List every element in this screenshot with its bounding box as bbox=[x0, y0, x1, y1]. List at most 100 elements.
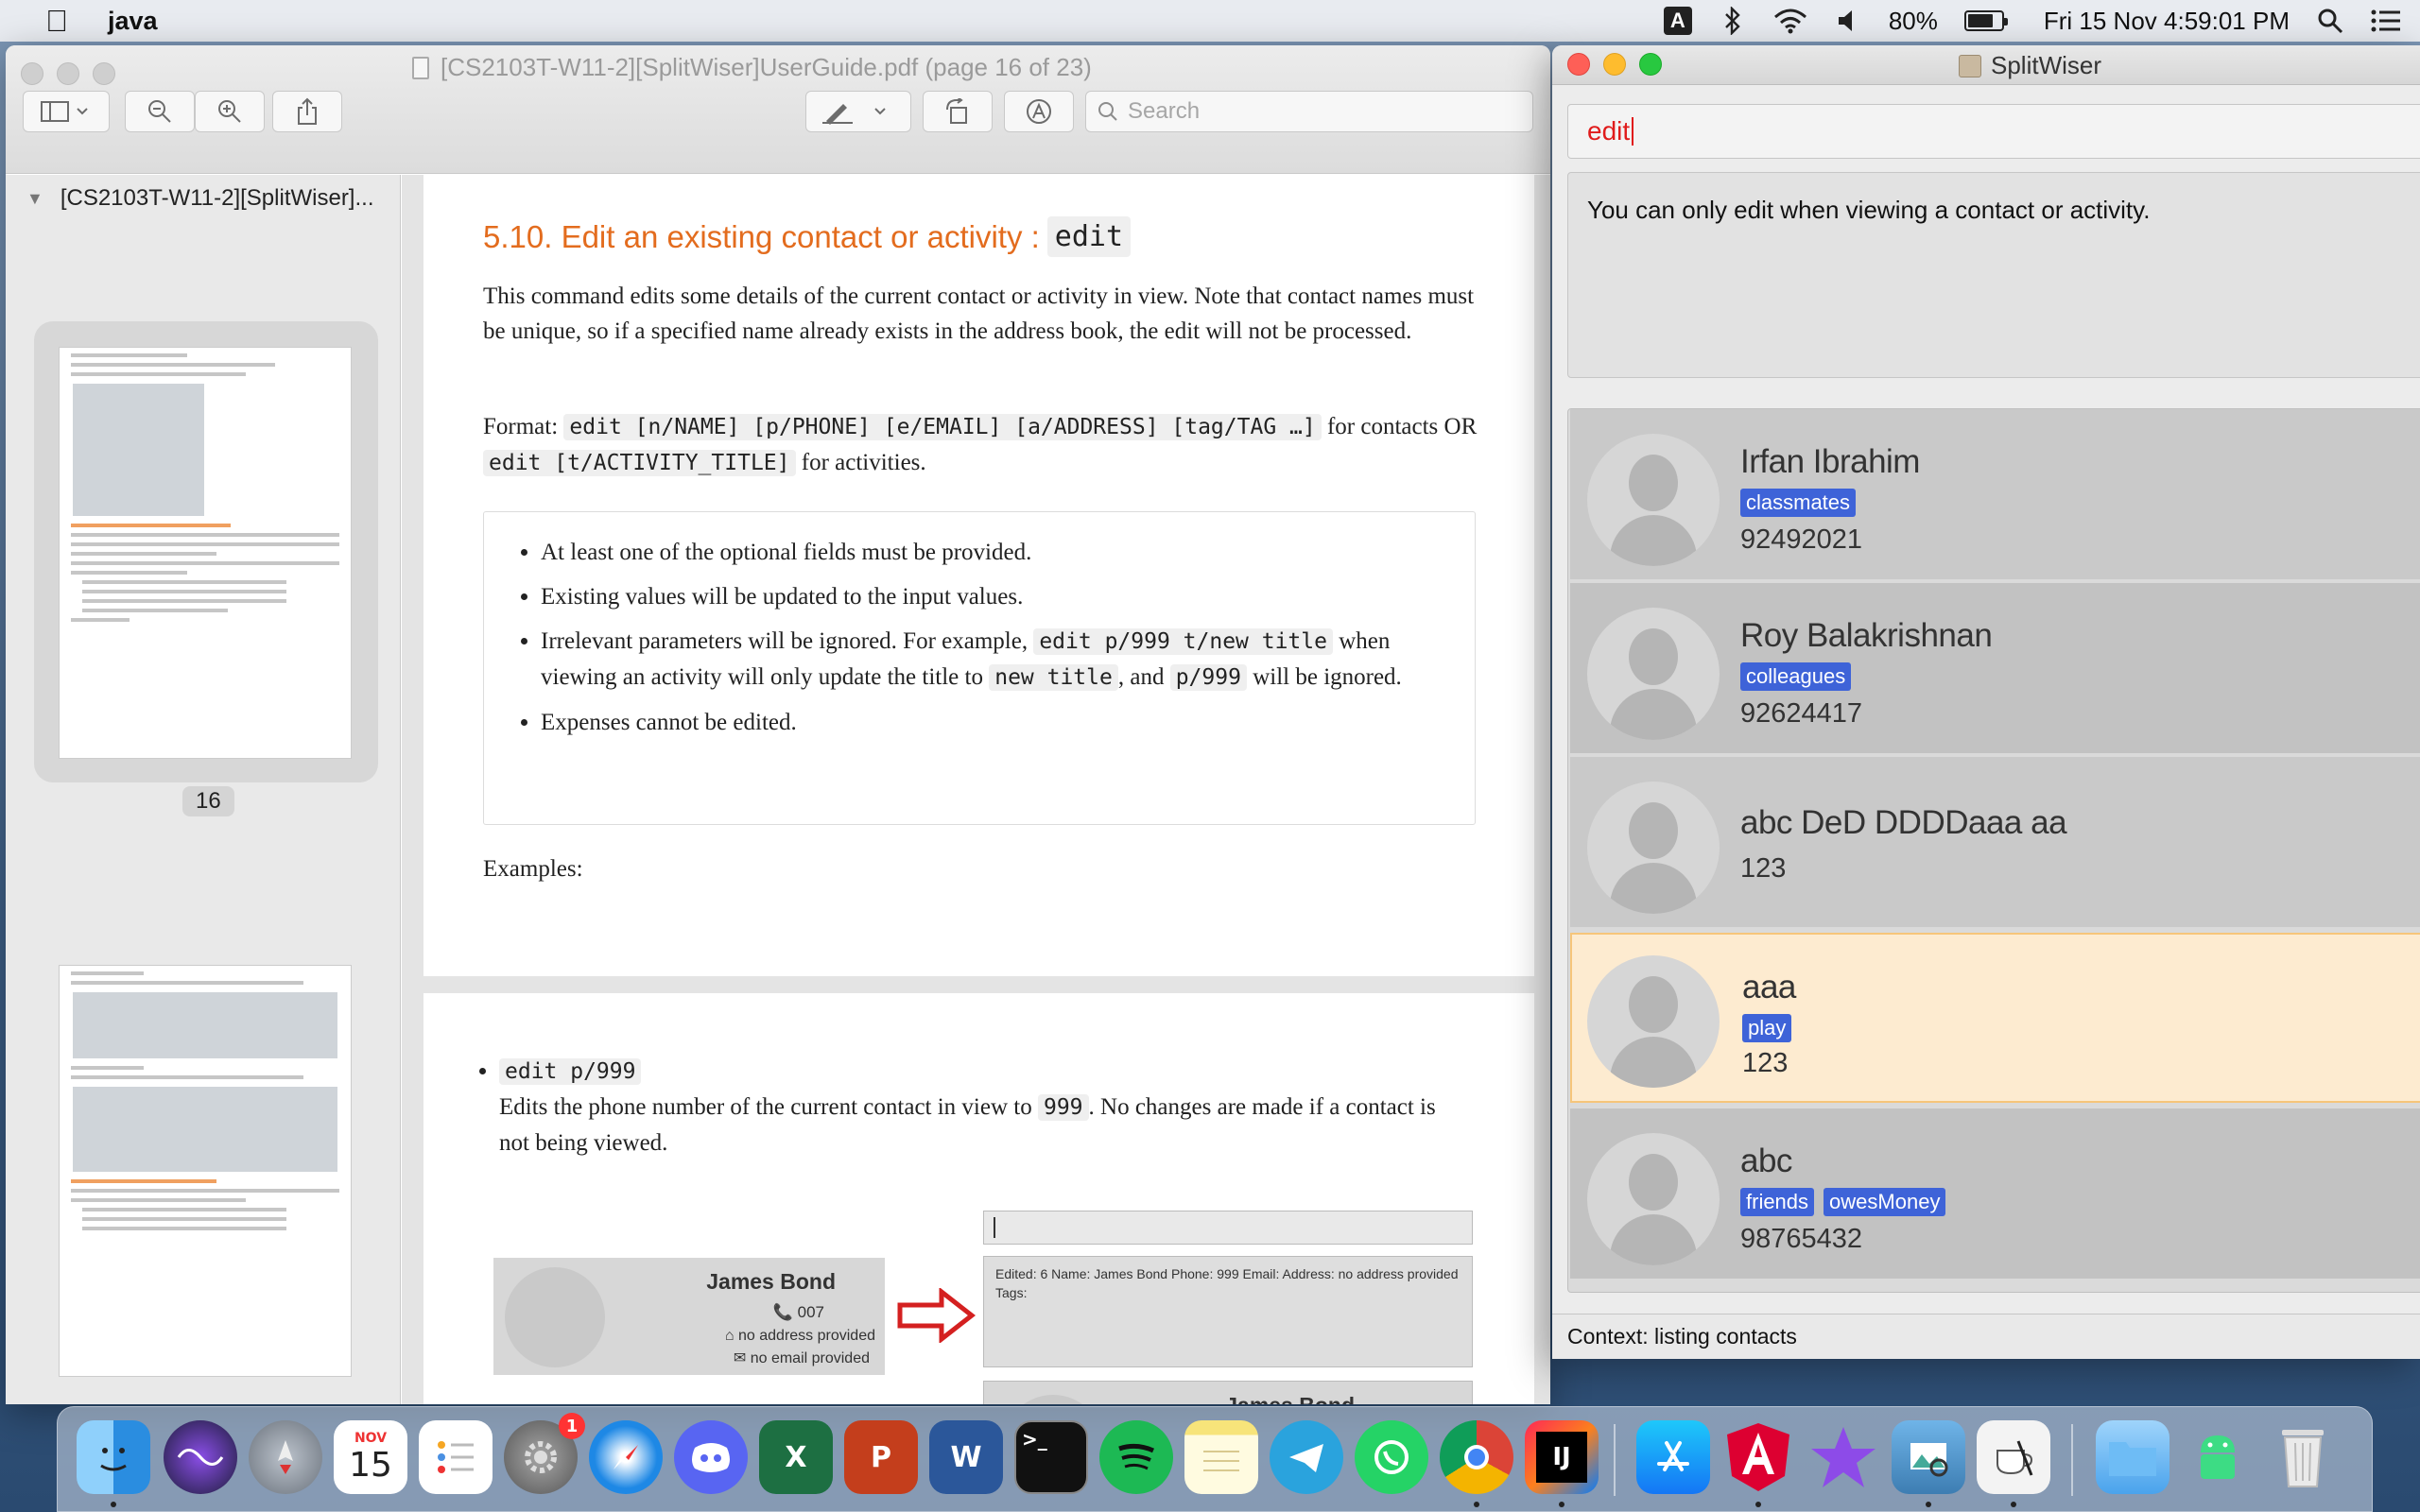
system-preferences-icon[interactable]: 1 bbox=[504, 1413, 585, 1494]
disclosure-triangle-icon[interactable]: ▼ bbox=[26, 189, 43, 209]
terminal-icon[interactable]: >_ bbox=[1014, 1420, 1088, 1494]
avatar bbox=[1587, 1133, 1720, 1265]
safari-icon[interactable] bbox=[589, 1420, 663, 1494]
minimize-button[interactable] bbox=[57, 62, 79, 85]
imovie-icon[interactable] bbox=[1806, 1420, 1880, 1494]
contact-card[interactable]: abc friends owesMoney 98765432 # bbox=[1570, 1108, 2420, 1279]
running-indicator bbox=[2011, 1502, 2016, 1507]
wifi-icon[interactable] bbox=[1773, 7, 1807, 35]
thumbnail-page-number-next: 17 bbox=[193, 1403, 218, 1404]
window-controls bbox=[1567, 53, 1662, 76]
zoom-out-button[interactable] bbox=[125, 91, 195, 132]
zoom-button[interactable] bbox=[1639, 53, 1662, 76]
volume-icon[interactable] bbox=[1834, 7, 1862, 35]
share-button[interactable] bbox=[272, 91, 342, 132]
notification-badge: 1 bbox=[559, 1413, 585, 1439]
avatar bbox=[505, 1267, 605, 1367]
status-bar: Context: listing contacts bbox=[1552, 1314, 2420, 1359]
contact-phone: 123 bbox=[1740, 853, 1787, 884]
note-item: Existing values will be updated to the i… bbox=[541, 579, 1456, 614]
telegram-icon[interactable] bbox=[1270, 1420, 1343, 1494]
avatar bbox=[1587, 955, 1720, 1088]
contact-phone: 123 bbox=[1742, 1048, 1789, 1078]
notes-icon[interactable] bbox=[1184, 1420, 1258, 1494]
bluetooth-icon[interactable] bbox=[1719, 7, 1747, 35]
android-studio-icon[interactable] bbox=[2181, 1420, 2255, 1494]
reminders-icon[interactable] bbox=[419, 1420, 493, 1494]
figure-card2-name: James Bond bbox=[1225, 1393, 1355, 1404]
figure-command-box bbox=[983, 1211, 1473, 1245]
running-indicator bbox=[1474, 1502, 1479, 1507]
page-thumbnail-16[interactable] bbox=[59, 347, 352, 759]
close-button[interactable] bbox=[21, 62, 43, 85]
examples-label: Examples: bbox=[483, 856, 583, 882]
contact-card-selected[interactable]: aaa play 123 # bbox=[1570, 933, 2420, 1103]
java-coffee-icon[interactable] bbox=[1977, 1420, 2050, 1494]
zoom-button[interactable] bbox=[93, 62, 115, 85]
trash-icon[interactable] bbox=[2266, 1420, 2340, 1494]
rotate-button[interactable] bbox=[923, 91, 993, 132]
contact-list[interactable]: Irfan Ibrahim classmates 92492021 # Roy … bbox=[1567, 408, 2420, 1293]
apple-menu-icon[interactable]:  bbox=[38, 2, 76, 40]
figure-card-phone: 📞 007 bbox=[772, 1303, 824, 1321]
pen-icon bbox=[822, 104, 886, 125]
spotlight-icon[interactable] bbox=[2316, 7, 2344, 35]
dock-separator bbox=[2071, 1424, 2073, 1496]
figure-contact-card: James Bond 📞 007 ⌂ no address provided ✉… bbox=[493, 1258, 885, 1375]
close-button[interactable] bbox=[1567, 53, 1590, 76]
siri-icon[interactable] bbox=[164, 1420, 237, 1494]
note-item: At least one of the optional fields must… bbox=[541, 535, 1456, 570]
window-title: [CS2103T-W11-2][SplitWiser]UserGuide.pdf… bbox=[412, 53, 1092, 82]
zoom-in-button[interactable] bbox=[195, 91, 265, 132]
sidebar-document-row[interactable]: ▼ [CS2103T-W11-2][SplitWiser]... bbox=[6, 175, 400, 222]
spotify-icon[interactable] bbox=[1099, 1420, 1173, 1494]
tag-badge: owesMoney bbox=[1824, 1188, 1946, 1216]
markup-toolbar-button[interactable] bbox=[1004, 91, 1074, 132]
contact-phone: 92624417 bbox=[1740, 698, 1863, 729]
battery-icon[interactable] bbox=[1963, 10, 2008, 31]
command-input[interactable]: edit bbox=[1567, 104, 2420, 159]
zoom-out-icon bbox=[148, 100, 171, 123]
intellij-icon[interactable]: IJ bbox=[1525, 1420, 1599, 1494]
page-thumbnail-17[interactable] bbox=[59, 965, 352, 1377]
clock[interactable]: Fri 15 Nov 4:59:01 PM bbox=[2044, 7, 2290, 35]
document-view[interactable]: 5.10. Edit an existing contact or activi… bbox=[402, 175, 1550, 1404]
contact-card[interactable]: abc DeD DDDDaaa aa 123 # bbox=[1570, 757, 2420, 927]
running-indicator bbox=[111, 1502, 116, 1507]
thumbnail-page-number: 16 bbox=[182, 786, 234, 816]
minimize-button[interactable] bbox=[1603, 53, 1626, 76]
notification-center-icon[interactable] bbox=[2371, 7, 2401, 35]
window-title: SplitWiser bbox=[1959, 51, 2101, 80]
text-cursor bbox=[1632, 117, 1634, 146]
pdf-document-icon bbox=[412, 56, 429, 79]
format-line: Format: edit [n/NAME] [p/PHONE] [e/EMAIL… bbox=[483, 414, 1478, 476]
active-app-name[interactable]: java bbox=[108, 7, 158, 36]
downloads-folder-icon[interactable] bbox=[2096, 1420, 2169, 1494]
whatsapp-icon[interactable] bbox=[1355, 1420, 1428, 1494]
preview-app-icon[interactable] bbox=[1892, 1420, 1965, 1494]
word-icon[interactable]: W bbox=[929, 1420, 1003, 1494]
avatar bbox=[1587, 782, 1720, 914]
tag-badge: colleagues bbox=[1740, 662, 1852, 691]
notes-box: At least one of the optional fields must… bbox=[483, 511, 1476, 825]
calendar-icon[interactable]: NOV 15 bbox=[334, 1420, 407, 1494]
window-controls bbox=[21, 62, 115, 85]
powerpoint-icon[interactable]: P bbox=[844, 1420, 918, 1494]
search-field[interactable]: Search bbox=[1085, 91, 1533, 132]
sidebar-toggle-button[interactable] bbox=[23, 91, 110, 132]
finder-icon[interactable] bbox=[77, 1420, 150, 1494]
figure-card-address: ⌂ no address provided bbox=[724, 1328, 875, 1344]
chrome-icon[interactable] bbox=[1440, 1420, 1513, 1494]
search-icon bbox=[1098, 102, 1117, 121]
contact-card[interactable]: Irfan Ibrahim classmates 92492021 # bbox=[1570, 409, 2420, 579]
markup-pen-button[interactable] bbox=[805, 91, 911, 132]
app-store-icon[interactable] bbox=[1636, 1420, 1710, 1494]
discord-icon[interactable] bbox=[674, 1420, 748, 1494]
input-source-icon[interactable]: A bbox=[1663, 7, 1692, 35]
excel-icon[interactable]: X bbox=[759, 1420, 833, 1494]
contact-card[interactable]: Roy Balakrishnan colleagues 92624417 # bbox=[1570, 583, 2420, 753]
battery-percent[interactable]: 80% bbox=[1889, 7, 1938, 35]
launchpad-icon[interactable] bbox=[249, 1420, 322, 1494]
pdf-page-17: edit p/999 Edits the phone number of the… bbox=[424, 993, 1534, 1404]
angular-icon[interactable] bbox=[1721, 1420, 1795, 1494]
